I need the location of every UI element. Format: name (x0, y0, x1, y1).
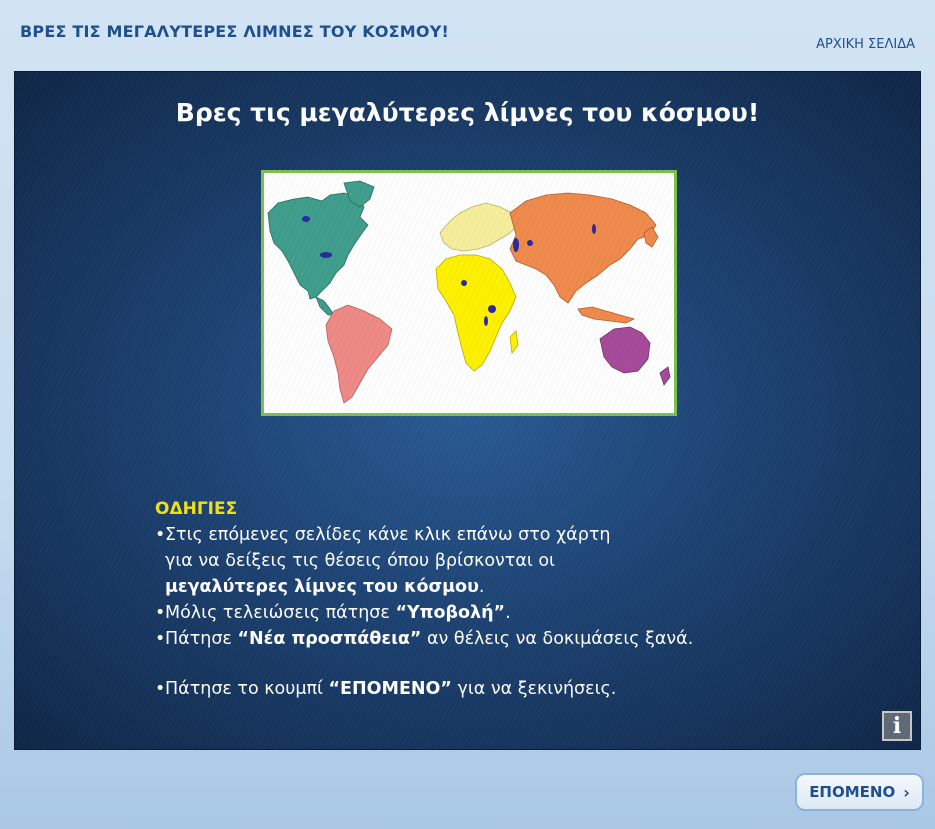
instruction-line-5: •Πάτησε “Νέα προσπάθεια” αν θέλεις να δο… (155, 626, 805, 652)
next-button-label: ΕΠΟΜΕΝΟ (809, 783, 896, 801)
bullet: • (155, 629, 166, 649)
slide-stage: Βρες τις μεγαλύτερες λίμνες του κόσμου! (14, 71, 921, 750)
app-title: ΒΡΕΣ ΤΙΣ ΜΕΓΑΛΥΤΕΡΕΣ ΛΙΜΝΕΣ ΤΟΥ ΚΟΣΜΟΥ! (20, 22, 450, 41)
lake-victoria[interactable] (488, 305, 496, 313)
europe-shape[interactable] (439, 202, 519, 252)
lake-great-bear[interactable] (302, 216, 310, 222)
instructions-block: ΟΔΗΓΙΕΣ •Στις επόμενες σελίδες κάνε κλικ… (155, 496, 805, 702)
lake-caspian[interactable] (513, 238, 519, 252)
instruction-emphasis: “ΕΠΟΜΕΝΟ” (328, 679, 452, 699)
home-link[interactable]: ΑΡΧΙΚΗ ΣΕΛΙΔΑ (816, 37, 915, 52)
instruction-text: για να δείξεις τις θέσεις όπου βρίσκοντα… (165, 551, 555, 571)
world-map-image[interactable] (264, 173, 674, 413)
australia-shape[interactable] (599, 326, 651, 374)
instruction-line-6: •Πάτησε το κουμπί “ΕΠΟΜΕΝΟ” για να ξεκιν… (155, 676, 805, 702)
instruction-emphasis: “Υποβολή” (395, 603, 506, 623)
north-america-shape[interactable] (267, 192, 369, 300)
instruction-text: για να ξεκινήσεις. (451, 679, 617, 699)
lake-aral[interactable] (527, 240, 533, 246)
africa-shape[interactable] (435, 254, 517, 372)
slide-headline: Βρες τις μεγαλύτερες λίμνες του κόσμου! (175, 98, 760, 127)
madagascar-shape[interactable] (509, 330, 519, 355)
instruction-line-1: •Στις επόμενες σελίδες κάνε κλικ επάνω σ… (155, 522, 805, 548)
lake-great-lakes[interactable] (320, 252, 332, 258)
instruction-text: Πάτησε το κουμπί (165, 679, 329, 699)
info-icon[interactable]: i (882, 711, 912, 741)
instruction-emphasis: “Νέα προσπάθεια” (237, 629, 422, 649)
bullet: • (155, 525, 166, 545)
asia-shape[interactable] (509, 192, 657, 304)
lake-baikal[interactable] (592, 224, 596, 234)
bullet: • (155, 603, 166, 623)
instruction-text: . (505, 603, 511, 623)
south-america-shape[interactable] (325, 304, 393, 404)
world-map[interactable] (261, 170, 677, 416)
chevron-right-icon: › (903, 782, 910, 802)
instruction-text: Μόλις τελειώσεις πάτησε (165, 603, 396, 623)
instruction-text: Στις επόμενες σελίδες κάνε κλικ επάνω στ… (165, 525, 611, 545)
instructions-heading: ΟΔΗΓΙΕΣ (155, 499, 238, 519)
instruction-line-2: για να δείξεις τις θέσεις όπου βρίσκοντα… (155, 548, 805, 574)
instruction-emphasis: μεγαλύτερες λίμνες του κόσμου (165, 577, 479, 597)
central-america-shape[interactable] (315, 296, 335, 316)
lake-tanganyika[interactable] (484, 316, 488, 326)
instruction-text: αν θέλεις να δοκιμάσεις ξανά. (421, 629, 694, 649)
bullet: • (155, 679, 166, 699)
instruction-text: . (478, 577, 485, 597)
instruction-line-3: μεγαλύτερες λίμνες του κόσμου. (155, 574, 805, 600)
next-button[interactable]: ΕΠΟΜΕΝΟ › (795, 773, 924, 811)
instruction-text: Πάτησε (165, 629, 238, 649)
new-zealand-shape[interactable] (659, 366, 671, 386)
indonesia-shape[interactable] (577, 306, 636, 324)
instruction-line-4: •Μόλις τελειώσεις πάτησε “Υποβολή”. (155, 600, 805, 626)
lake-chad[interactable] (461, 280, 467, 286)
